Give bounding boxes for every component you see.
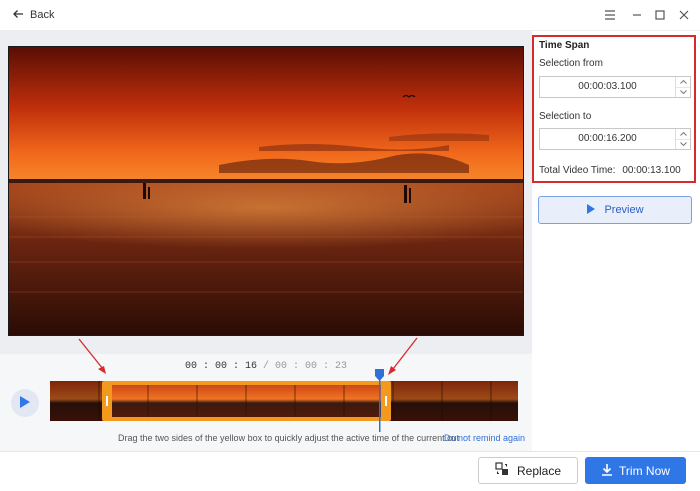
replace-button[interactable]: Replace — [478, 457, 578, 484]
trim-now-button[interactable]: Trim Now — [585, 457, 686, 484]
replace-icon — [495, 462, 509, 479]
title-bar: Back — [0, 0, 700, 31]
time-span-title: Time Span — [539, 40, 590, 51]
selection-from-label: Selection from — [539, 58, 603, 69]
hint-text: Drag the two sides of the yellow box to … — [118, 433, 460, 443]
total-video-time-label: Total Video Time: — [539, 165, 616, 176]
timecode-display: 00 : 00 : 16 / 00 : 00 : 23 — [0, 361, 532, 372]
total-video-time-value: 00:00:13.100 — [622, 165, 681, 176]
play-icon — [586, 203, 596, 218]
menu-icon[interactable] — [602, 7, 618, 23]
close-icon[interactable] — [676, 7, 692, 23]
current-time: 00 : 00 : 16 — [184, 361, 257, 372]
play-icon — [19, 395, 31, 412]
trim-now-label: Trim Now — [619, 463, 670, 478]
minimize-icon[interactable] — [629, 7, 645, 23]
selection-to-field — [539, 128, 691, 150]
selection-to-stepper — [675, 129, 690, 149]
download-icon — [601, 463, 613, 479]
back-button[interactable]: Back — [12, 7, 54, 23]
preview-button[interactable]: Preview — [538, 196, 692, 224]
total-video-time: Total Video Time: 00:00:13.100 — [539, 165, 681, 176]
play-button[interactable] — [11, 389, 39, 417]
replace-label: Replace — [516, 463, 562, 478]
selection-from-stepper — [675, 77, 690, 97]
frame-strip[interactable] — [50, 381, 518, 421]
total-time: 00 : 00 : 23 — [275, 361, 348, 372]
do-not-remind-link[interactable]: Do not remind again — [444, 433, 525, 443]
arrow-left-icon — [12, 8, 24, 23]
selection-from-input[interactable] — [540, 77, 675, 97]
selection-to-label: Selection to — [539, 111, 592, 122]
maximize-icon[interactable] — [652, 7, 668, 23]
selection-from-field — [539, 76, 691, 98]
chevron-down-icon[interactable] — [676, 87, 690, 97]
back-label: Back — [30, 9, 55, 21]
preview-label: Preview — [604, 204, 644, 216]
chevron-down-icon[interactable] — [676, 139, 690, 149]
video-preview[interactable] — [8, 46, 524, 336]
time-separator: / — [262, 361, 269, 372]
selection-to-input[interactable] — [540, 129, 675, 149]
